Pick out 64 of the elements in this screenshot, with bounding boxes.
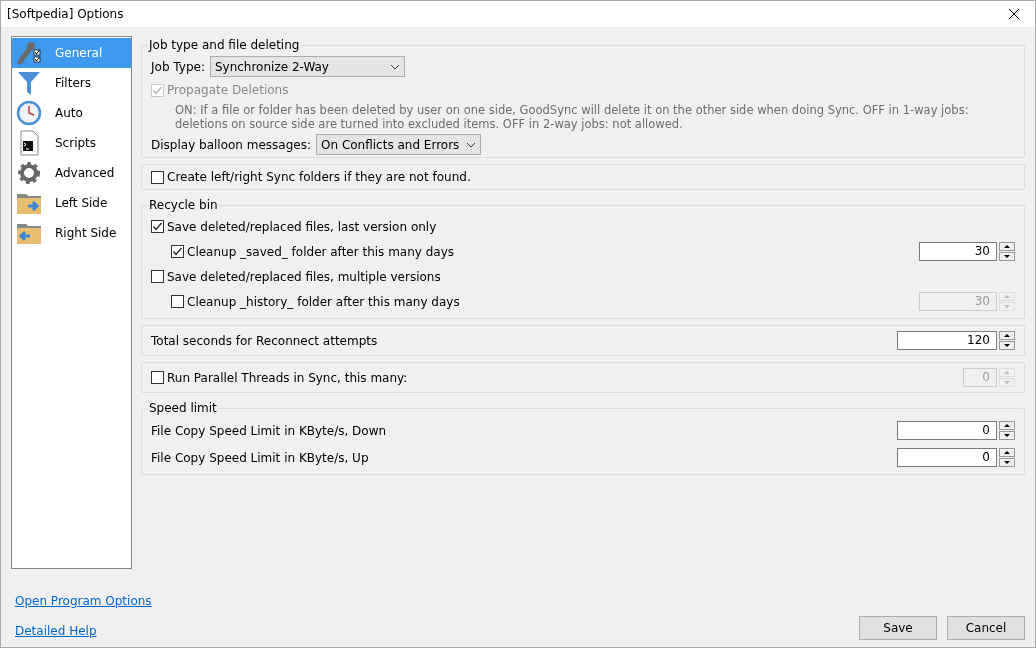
- up-arrow-icon: [1004, 451, 1010, 454]
- down-arrow-icon: [1004, 381, 1010, 384]
- checkbox[interactable]: [151, 270, 164, 283]
- funnel-icon: [16, 70, 42, 96]
- checkbox[interactable]: [171, 245, 184, 258]
- checkbox-label: Save deleted/replaced files, last version only: [167, 218, 437, 236]
- down-arrow-icon: [1004, 344, 1010, 347]
- increment-button[interactable]: [999, 331, 1015, 340]
- section-title: Recycle bin: [148, 197, 219, 214]
- checkbox-label: Cleanup _saved_ folder after this many days: [187, 243, 455, 261]
- up-arrow-icon: [1004, 295, 1010, 298]
- window-title: [Softpedia] Options: [7, 6, 124, 23]
- help-link[interactable]: Open Program Options: [15, 592, 152, 610]
- field-label: Job Type:: [151, 58, 205, 76]
- sidebar-item[interactable]: Filters: [12, 68, 131, 98]
- dialog-button[interactable]: Cancel: [947, 616, 1025, 640]
- down-arrow-icon: [1004, 434, 1010, 437]
- down-arrow-icon: [1004, 461, 1010, 464]
- down-arrow-icon: [1004, 255, 1010, 258]
- description-text: ON: If a file or folder has been deleted by user on one side, GoodSync will delete it on the other side when doing Sync. OFF in 1-way jobs: deletions on source side are turned into excluded items. OFF in 2-way jobs: not allowed.: [174, 103, 970, 131]
- field-label: File Copy Speed Limit in KByte/s, Up: [151, 449, 369, 467]
- dialog-button[interactable]: Save: [859, 616, 937, 640]
- sidebar-item[interactable]: Auto: [12, 98, 131, 128]
- increment-button[interactable]: [999, 448, 1015, 457]
- increment-button[interactable]: [999, 242, 1015, 251]
- wrench-checklist-icon: [16, 40, 42, 66]
- sidebar-item[interactable]: Scripts: [12, 128, 131, 158]
- decrement-button[interactable]: [999, 341, 1015, 350]
- close-icon: [1009, 9, 1019, 19]
- checkbox[interactable]: [151, 220, 164, 233]
- dropdown[interactable]: Synchronize 2-Way: [209, 56, 405, 77]
- decrement-button[interactable]: [999, 252, 1015, 261]
- up-arrow-icon: [1004, 245, 1010, 248]
- sidebar-item[interactable]: Right Side: [12, 218, 131, 248]
- section-title: Speed limit: [148, 400, 218, 417]
- dropdown[interactable]: On Conflicts and Errors: [316, 134, 481, 155]
- down-arrow-icon: [1004, 305, 1010, 308]
- up-arrow-icon: [1004, 334, 1010, 337]
- decrement-button[interactable]: [999, 431, 1015, 440]
- caret-icon: [466, 141, 476, 148]
- sidebar-item[interactable]: Left Side: [12, 188, 131, 218]
- clock-icon: [16, 100, 42, 126]
- field-label: File Copy Speed Limit in KByte/s, Down: [151, 422, 387, 440]
- decrement-button[interactable]: [999, 458, 1015, 467]
- section-title: Job type and file deleting: [148, 37, 301, 54]
- checkbox[interactable]: [151, 170, 164, 184]
- number-field[interactable]: 30: [919, 242, 997, 261]
- increment-button[interactable]: [999, 421, 1015, 430]
- checkbox-label: Run Parallel Threads in Sync, this many:: [167, 369, 408, 387]
- checkbox-label: Propagate Deletions: [167, 82, 289, 99]
- sidebar-item[interactable]: Advanced: [12, 158, 131, 188]
- number-field[interactable]: 0: [897, 448, 997, 467]
- checkbox-label: Save deleted/replaced files, multiple versions: [167, 268, 441, 286]
- help-link[interactable]: Detailed Help: [15, 622, 152, 640]
- up-arrow-icon: [1004, 371, 1010, 374]
- field-label: Display balloon messages:: [151, 136, 311, 154]
- gear-icon: [16, 160, 42, 186]
- number-field[interactable]: 120: [897, 331, 997, 350]
- checkbox-label: Cleanup _history_ folder after this many days: [187, 293, 460, 311]
- field-label: Total seconds for Reconnect attempts: [151, 332, 378, 350]
- checkbox-label: Create left/right Sync folders if they are not found.: [167, 169, 471, 186]
- number-field[interactable]: 0: [897, 421, 997, 440]
- caret-icon: [389, 63, 400, 70]
- up-arrow-icon: [1004, 424, 1010, 427]
